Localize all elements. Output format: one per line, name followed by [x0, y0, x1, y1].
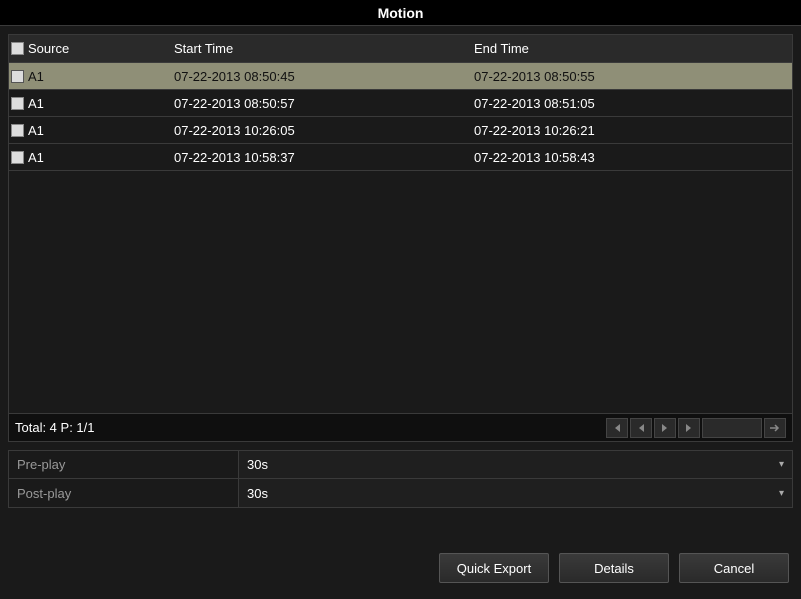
- postplay-select[interactable]: 30s ▾: [239, 479, 792, 507]
- event-table: Source Start Time End Time A1 07-22-2013 …: [8, 34, 793, 414]
- row-end: 07-22-2013 10:26:21: [474, 123, 792, 138]
- table-row[interactable]: A1 07-22-2013 10:26:0507-22-2013 10:26:21: [9, 117, 792, 144]
- row-checkbox[interactable]: [11, 97, 24, 110]
- motion-dialog: Motion Source Start Time End Time A1 07-2…: [0, 0, 801, 599]
- dialog-footer: Quick Export Details Cancel: [0, 508, 801, 599]
- row-start: 07-22-2013 08:50:57: [174, 96, 474, 111]
- row-checkbox[interactable]: [11, 124, 24, 137]
- row-start: 07-22-2013 10:58:37: [174, 150, 474, 165]
- chevron-down-icon: ▾: [779, 488, 784, 499]
- row-start: 07-22-2013 10:26:05: [174, 123, 474, 138]
- table-row[interactable]: A1 07-22-2013 10:58:3707-22-2013 10:58:43: [9, 144, 792, 171]
- header-end[interactable]: End Time: [474, 41, 792, 56]
- row-end: 07-22-2013 08:51:05: [474, 96, 792, 111]
- postplay-value: 30s: [247, 486, 268, 501]
- row-checkbox[interactable]: [11, 70, 24, 83]
- postplay-row: Post-play 30s ▾: [9, 479, 792, 507]
- pager-next-icon[interactable]: [654, 418, 676, 438]
- dialog-title: Motion: [0, 0, 801, 26]
- header-source[interactable]: Source: [9, 41, 174, 56]
- quick-export-button[interactable]: Quick Export: [439, 553, 549, 583]
- preplay-value: 30s: [247, 457, 268, 472]
- row-source: A1: [28, 96, 44, 111]
- pager-go-icon[interactable]: [764, 418, 786, 438]
- row-source: A1: [28, 150, 44, 165]
- preplay-label: Pre-play: [9, 451, 239, 478]
- pager-prev-icon[interactable]: [630, 418, 652, 438]
- status-text: Total: 4 P: 1/1: [15, 420, 95, 435]
- postplay-label: Post-play: [9, 479, 239, 507]
- pager-last-icon[interactable]: [678, 418, 700, 438]
- header-source-label: Source: [28, 41, 69, 56]
- pager: [606, 418, 786, 438]
- row-end: 07-22-2013 08:50:55: [474, 69, 792, 84]
- table-row[interactable]: A1 07-22-2013 08:50:4507-22-2013 08:50:55: [9, 63, 792, 90]
- chevron-down-icon: ▾: [779, 459, 784, 470]
- row-source: A1: [28, 69, 44, 84]
- table-body: A1 07-22-2013 08:50:4507-22-2013 08:50:55…: [9, 63, 792, 413]
- table-header: Source Start Time End Time: [9, 35, 792, 63]
- pager-first-icon[interactable]: [606, 418, 628, 438]
- select-all-checkbox[interactable]: [11, 42, 24, 55]
- playback-settings: Pre-play 30s ▾ Post-play 30s ▾: [8, 450, 793, 508]
- header-start[interactable]: Start Time: [174, 41, 474, 56]
- preplay-select[interactable]: 30s ▾: [239, 451, 792, 478]
- row-source: A1: [28, 123, 44, 138]
- row-checkbox[interactable]: [11, 151, 24, 164]
- details-button[interactable]: Details: [559, 553, 669, 583]
- row-start: 07-22-2013 08:50:45: [174, 69, 474, 84]
- preplay-row: Pre-play 30s ▾: [9, 451, 792, 479]
- cancel-button[interactable]: Cancel: [679, 553, 789, 583]
- row-end: 07-22-2013 10:58:43: [474, 150, 792, 165]
- table-row[interactable]: A1 07-22-2013 08:50:5707-22-2013 08:51:05: [9, 90, 792, 117]
- status-bar: Total: 4 P: 1/1: [8, 414, 793, 442]
- pager-page-field[interactable]: [702, 418, 762, 438]
